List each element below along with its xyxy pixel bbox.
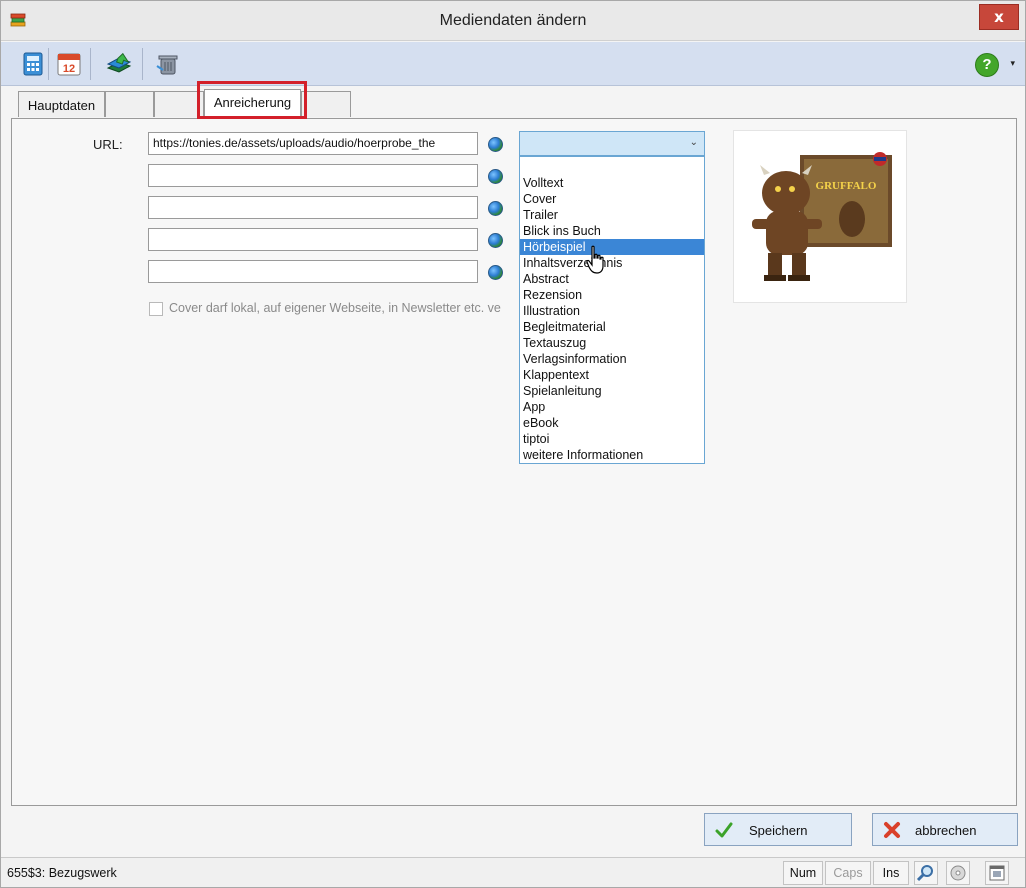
dropdown-option[interactable]: Inhaltsverzeichnis	[520, 255, 704, 271]
dropdown-option[interactable]: Trailer	[520, 207, 704, 223]
dropdown-option[interactable]: Textauszug	[520, 335, 704, 351]
tab-strip: Hauptdaten Anreicherung	[1, 89, 1025, 119]
dialog-window: Mediendaten ändern x 12 ? ▾ Hauptdaten A…	[0, 0, 1026, 888]
link-type-select[interactable]: ⌄	[519, 131, 705, 156]
dropdown-option[interactable]: Klappentext	[520, 367, 704, 383]
hand-cursor-icon	[586, 245, 604, 274]
dropdown-option[interactable]: Rezension	[520, 287, 704, 303]
checkmark-icon	[715, 822, 733, 838]
save-button-label: Speichern	[749, 823, 808, 838]
tab-highlight-annotation	[197, 81, 307, 119]
dropdown-option[interactable]: Volltext	[520, 175, 704, 191]
dropdown-option[interactable]: Spielanleitung	[520, 383, 704, 399]
cover-thumbnail: GRUFFALO	[733, 130, 907, 303]
globe-icon[interactable]	[488, 169, 503, 184]
tab-5[interactable]	[301, 91, 351, 117]
toolbar-separator	[90, 48, 91, 80]
url-input-1[interactable]: https://tonies.de/assets/uploads/audio/h…	[148, 132, 478, 155]
dropdown-option[interactable]: Hörbeispiel	[520, 239, 704, 255]
dropdown-option[interactable]: Blick ins Buch	[520, 223, 704, 239]
url-input-3[interactable]	[148, 196, 478, 219]
link-type-dropdown-list: Volltext Cover Trailer Blick ins Buch Hörbei…	[519, 156, 705, 464]
calculator-icon[interactable]	[19, 50, 47, 78]
globe-icon[interactable]	[488, 265, 503, 280]
calendar-icon[interactable]: 12	[55, 50, 83, 78]
ins-indicator: Ins	[873, 861, 909, 885]
cancel-button-label: abbrechen	[915, 823, 977, 838]
url-label: URL:	[93, 137, 123, 152]
magnifier-icon[interactable]	[914, 861, 938, 885]
toolbar-separator	[48, 48, 49, 80]
cover-permission-label: Cover darf lokal, auf eigener Webseite, …	[169, 301, 501, 315]
calendar-number: 12	[63, 63, 75, 75]
globe-icon[interactable]	[488, 201, 503, 216]
dropdown-option[interactable]: App	[520, 399, 704, 415]
dropdown-option[interactable]: Begleitmaterial	[520, 319, 704, 335]
dropdown-option[interactable]: tiptoi	[520, 431, 704, 447]
close-button[interactable]: x	[979, 4, 1019, 30]
help-button[interactable]: ?	[975, 53, 999, 77]
globe-icon[interactable]	[488, 137, 503, 152]
svg-text:GRUFFALO: GRUFFALO	[816, 180, 877, 192]
tab-2[interactable]	[105, 91, 154, 117]
dropdown-option[interactable]: Illustration	[520, 303, 704, 319]
toolbar-separator	[142, 48, 143, 80]
save-button[interactable]: Speichern	[704, 813, 852, 846]
status-bar: 655$3: Bezugswerk Num Caps Ins	[1, 857, 1025, 887]
num-indicator: Num	[783, 861, 823, 885]
window-title: Mediendaten ändern	[439, 12, 587, 29]
tab-hauptdaten[interactable]: Hauptdaten	[18, 91, 105, 117]
url-input-2[interactable]	[148, 164, 478, 187]
status-text: 655$3: Bezugswerk	[7, 866, 117, 880]
cancel-button[interactable]: abbrechen	[872, 813, 1018, 846]
chevron-down-icon[interactable]: ⌄	[690, 137, 698, 148]
gruffalo-figure-image: GRUFFALO	[752, 152, 892, 281]
red-x-icon	[884, 822, 900, 838]
caps-indicator: Caps	[825, 861, 871, 885]
globe-icon[interactable]	[488, 233, 503, 248]
window-icon[interactable]	[985, 861, 1009, 885]
help-dropdown-caret[interactable]: ▾	[1010, 58, 1015, 69]
toolbar: 12 ? ▾	[1, 42, 1025, 86]
dropdown-option[interactable]: Cover	[520, 191, 704, 207]
dropdown-option[interactable]: eBook	[520, 415, 704, 431]
dropdown-option[interactable]: Abstract	[520, 271, 704, 287]
books-icon[interactable]	[105, 50, 133, 78]
url-input-5[interactable]	[148, 260, 478, 283]
disc-icon[interactable]	[946, 861, 970, 885]
dropdown-option[interactable]: Verlagsinformation	[520, 351, 704, 367]
dropdown-option[interactable]: weitere Informationen	[520, 447, 704, 463]
title-bar: Mediendaten ändern x	[1, 1, 1025, 41]
cover-permission-checkbox[interactable]	[149, 302, 163, 316]
url-input-4[interactable]	[148, 228, 478, 251]
trash-icon[interactable]	[153, 50, 181, 78]
